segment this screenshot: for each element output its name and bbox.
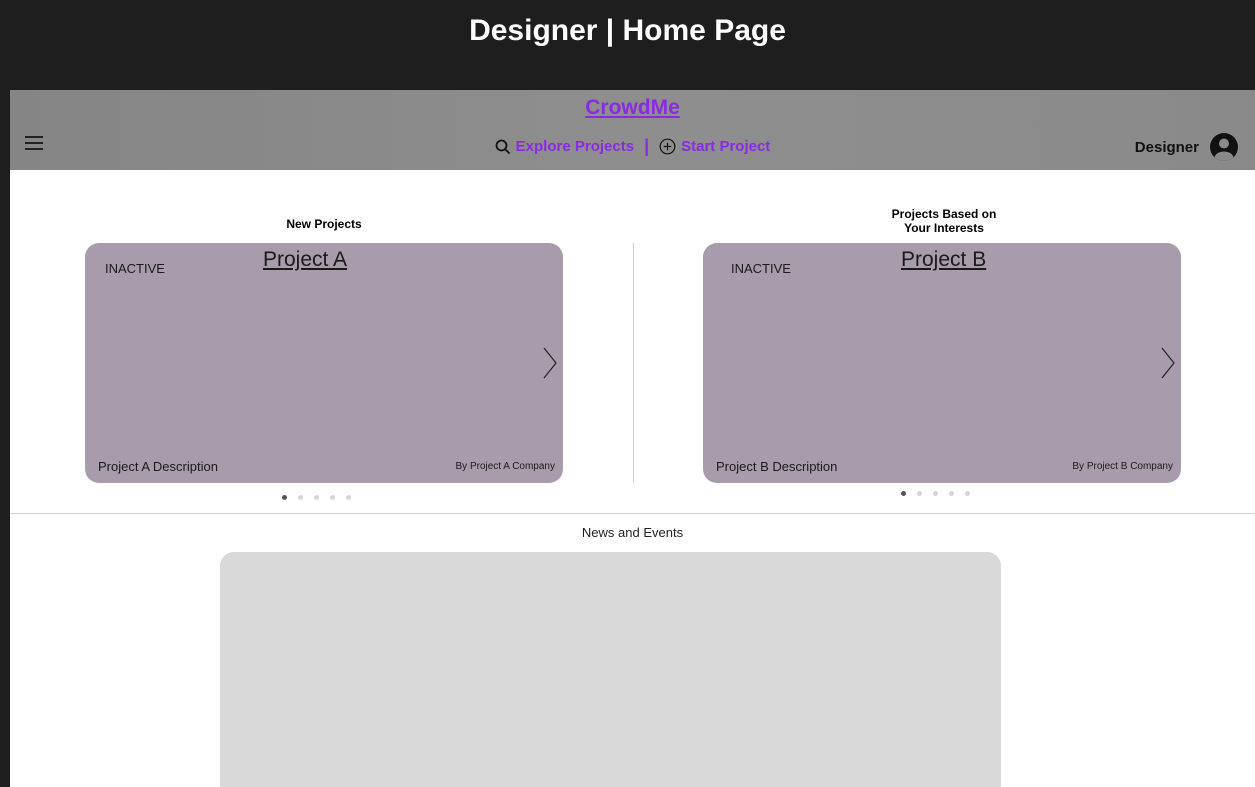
navbar: CrowdMe Explore Projects | Start Project (10, 90, 1255, 170)
news-title: News and Events (581, 525, 684, 540)
search-icon (495, 139, 510, 154)
carousel-dot[interactable] (346, 495, 351, 500)
carousel-dot[interactable] (330, 495, 335, 500)
start-project-label: Start Project (681, 138, 771, 155)
interest-projects-title: Projects Based on Your Interests (891, 207, 997, 235)
app-screen: CrowdMe Explore Projects | Start Project (10, 90, 1255, 787)
explore-projects-label: Explore Projects (515, 138, 635, 155)
project-description: Project B Description (716, 459, 838, 474)
user-name: Designer (1134, 138, 1199, 156)
project-title[interactable]: Project B (901, 248, 986, 272)
nav-separator: | (644, 136, 650, 156)
explore-projects-link[interactable]: Explore Projects (495, 138, 634, 155)
plus-circle-icon (659, 138, 676, 155)
project-company: By Project A Company (455, 461, 556, 472)
carousel-dot[interactable] (917, 491, 922, 496)
section-divider (10, 513, 1255, 514)
project-description: Project A Description (98, 459, 218, 474)
project-company: By Project B Company (1072, 461, 1173, 472)
start-project-link[interactable]: Start Project (659, 138, 770, 155)
new-projects-title: New Projects (286, 217, 362, 231)
project-card-a[interactable]: INACTIVE Project A Project A Description… (85, 243, 563, 483)
news-panel[interactable] (220, 552, 1001, 787)
carousel-dots (282, 495, 351, 500)
carousel-dot[interactable] (314, 495, 319, 500)
carousel-dot[interactable] (901, 491, 906, 496)
user-menu[interactable]: Designer (1135, 132, 1239, 162)
project-status: INACTIVE (105, 261, 165, 276)
chevron-right-icon[interactable] (543, 347, 557, 379)
chevron-right-icon[interactable] (1161, 347, 1175, 379)
project-title[interactable]: Project A (263, 248, 347, 272)
nav-links: Explore Projects | Start Project (10, 136, 1255, 157)
brand-logo[interactable]: CrowdMe (10, 96, 1255, 120)
frame-title: Designer | Home Page (469, 14, 786, 47)
user-avatar-icon (1210, 133, 1238, 161)
project-status: INACTIVE (731, 261, 791, 276)
carousel-dots (901, 491, 970, 496)
carousel-dot[interactable] (298, 495, 303, 500)
carousel-dot[interactable] (965, 491, 970, 496)
project-card-b[interactable]: INACTIVE Project B Project B Description… (703, 243, 1181, 483)
carousel-dot[interactable] (949, 491, 954, 496)
column-divider (633, 243, 634, 483)
carousel-dot[interactable] (282, 495, 287, 500)
carousel-dot[interactable] (933, 491, 938, 496)
